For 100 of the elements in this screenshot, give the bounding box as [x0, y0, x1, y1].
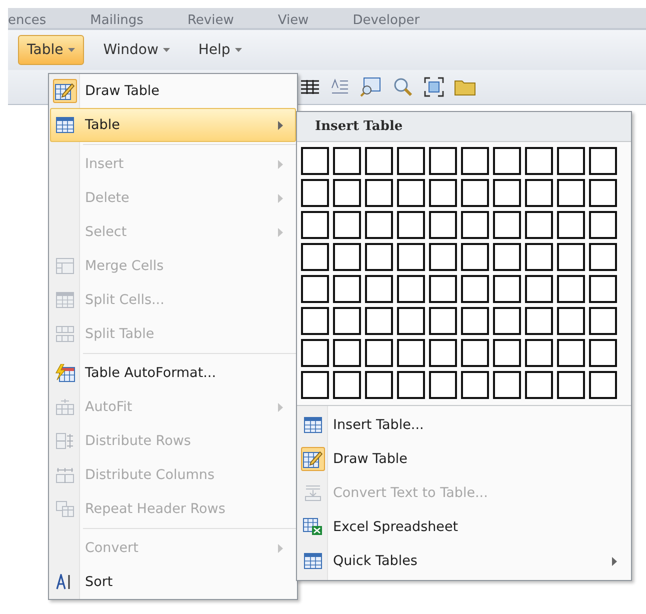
grid-cell[interactable]	[589, 147, 617, 175]
grid-cell[interactable]	[365, 243, 393, 271]
menu-item[interactable]: Insert Table...	[298, 408, 630, 442]
grid-cell[interactable]	[557, 275, 585, 303]
grid-cell[interactable]	[493, 179, 521, 207]
menu-bar-item[interactable]: Window	[94, 35, 180, 65]
table-lines-icon[interactable]	[300, 79, 320, 95]
grid-cell[interactable]	[461, 339, 489, 367]
grid-cell[interactable]	[461, 211, 489, 239]
find-icon[interactable]	[360, 77, 382, 97]
grid-cell[interactable]	[365, 275, 393, 303]
grid-cell[interactable]	[589, 339, 617, 367]
ribbon-tab[interactable]: View	[278, 14, 309, 28]
grid-cell[interactable]	[397, 339, 425, 367]
grid-cell[interactable]	[525, 275, 553, 303]
grid-cell[interactable]	[333, 243, 361, 271]
grid-cell[interactable]	[365, 147, 393, 175]
ribbon-tab[interactable]: Mailings	[90, 14, 144, 28]
grid-cell[interactable]	[365, 179, 393, 207]
grid-cell[interactable]	[397, 371, 425, 399]
grid-cell[interactable]	[525, 339, 553, 367]
grid-cell[interactable]	[301, 147, 329, 175]
grid-cell[interactable]	[365, 371, 393, 399]
grid-cell[interactable]	[589, 307, 617, 335]
grid-cell[interactable]	[589, 243, 617, 271]
grid-cell[interactable]	[493, 211, 521, 239]
menu-item[interactable]: Excel Spreadsheet	[298, 510, 630, 544]
grid-cell[interactable]	[429, 243, 457, 271]
grid-cell[interactable]	[429, 275, 457, 303]
ribbon-tab[interactable]: Review	[187, 14, 234, 28]
menu-item[interactable]: Draw Table	[298, 442, 630, 476]
grid-cell[interactable]	[429, 371, 457, 399]
grid-cell[interactable]	[461, 371, 489, 399]
grid-cell[interactable]	[397, 307, 425, 335]
grid-cell[interactable]	[333, 339, 361, 367]
grid-cell[interactable]	[333, 307, 361, 335]
magnifier-icon[interactable]	[392, 77, 414, 97]
grid-cell[interactable]	[461, 307, 489, 335]
grid-cell[interactable]	[589, 179, 617, 207]
menu-bar-item[interactable]: Table	[18, 35, 84, 65]
grid-cell[interactable]	[525, 179, 553, 207]
full-screen-icon[interactable]	[424, 77, 444, 97]
grid-cell[interactable]	[557, 307, 585, 335]
grid-cell[interactable]	[557, 179, 585, 207]
grid-cell[interactable]	[397, 147, 425, 175]
menu-item[interactable]: Table AutoFormat...	[50, 356, 296, 390]
grid-cell[interactable]	[525, 211, 553, 239]
grid-cell[interactable]	[301, 307, 329, 335]
grid-cell[interactable]	[557, 371, 585, 399]
grid-cell[interactable]	[493, 307, 521, 335]
menu-item[interactable]: Draw Table	[50, 74, 296, 108]
grid-cell[interactable]	[493, 275, 521, 303]
grid-cell[interactable]	[429, 147, 457, 175]
ribbon-tab[interactable]: ences	[8, 14, 46, 28]
grid-cell[interactable]	[365, 307, 393, 335]
grid-cell[interactable]	[557, 147, 585, 175]
grid-cell[interactable]	[461, 243, 489, 271]
grid-cell[interactable]	[429, 179, 457, 207]
grid-cell[interactable]	[493, 339, 521, 367]
grid-cell[interactable]	[333, 211, 361, 239]
grid-cell[interactable]	[525, 371, 553, 399]
grid-cell[interactable]	[301, 275, 329, 303]
grid-cell[interactable]	[365, 211, 393, 239]
menu-item[interactable]: Table	[50, 108, 296, 142]
menu-item[interactable]: Quick Tables	[298, 544, 630, 578]
grid-cell[interactable]	[365, 339, 393, 367]
grid-cell[interactable]	[461, 275, 489, 303]
grid-cell[interactable]	[301, 371, 329, 399]
menu-item[interactable]: Sort	[50, 565, 296, 599]
grid-cell[interactable]	[397, 211, 425, 239]
grid-cell[interactable]	[301, 339, 329, 367]
grid-cell[interactable]	[333, 275, 361, 303]
grid-cell[interactable]	[333, 179, 361, 207]
grid-cell[interactable]	[557, 339, 585, 367]
grid-cell[interactable]	[589, 275, 617, 303]
grid-cell[interactable]	[461, 179, 489, 207]
grid-cell[interactable]	[333, 147, 361, 175]
grid-cell[interactable]	[525, 147, 553, 175]
menu-bar-item[interactable]: Help	[189, 35, 252, 65]
grid-cell[interactable]	[525, 243, 553, 271]
grid-cell[interactable]	[397, 179, 425, 207]
grid-cell[interactable]	[397, 275, 425, 303]
grid-cell[interactable]	[301, 179, 329, 207]
grid-cell[interactable]	[525, 307, 553, 335]
grid-cell[interactable]	[429, 339, 457, 367]
grid-cell[interactable]	[589, 371, 617, 399]
folder-icon[interactable]	[454, 78, 476, 96]
grid-cell[interactable]	[333, 371, 361, 399]
ribbon-tab[interactable]: Developer	[352, 14, 420, 28]
grid-cell[interactable]	[301, 243, 329, 271]
grid-cell[interactable]	[461, 147, 489, 175]
grid-cell[interactable]	[397, 243, 425, 271]
grid-cell[interactable]	[557, 211, 585, 239]
grid-cell[interactable]	[301, 211, 329, 239]
grid-cell[interactable]	[429, 307, 457, 335]
grid-cell[interactable]	[493, 243, 521, 271]
grid-cell[interactable]	[557, 243, 585, 271]
grid-cell[interactable]	[493, 371, 521, 399]
text-direction-icon[interactable]	[330, 78, 350, 96]
grid-cell[interactable]	[493, 147, 521, 175]
